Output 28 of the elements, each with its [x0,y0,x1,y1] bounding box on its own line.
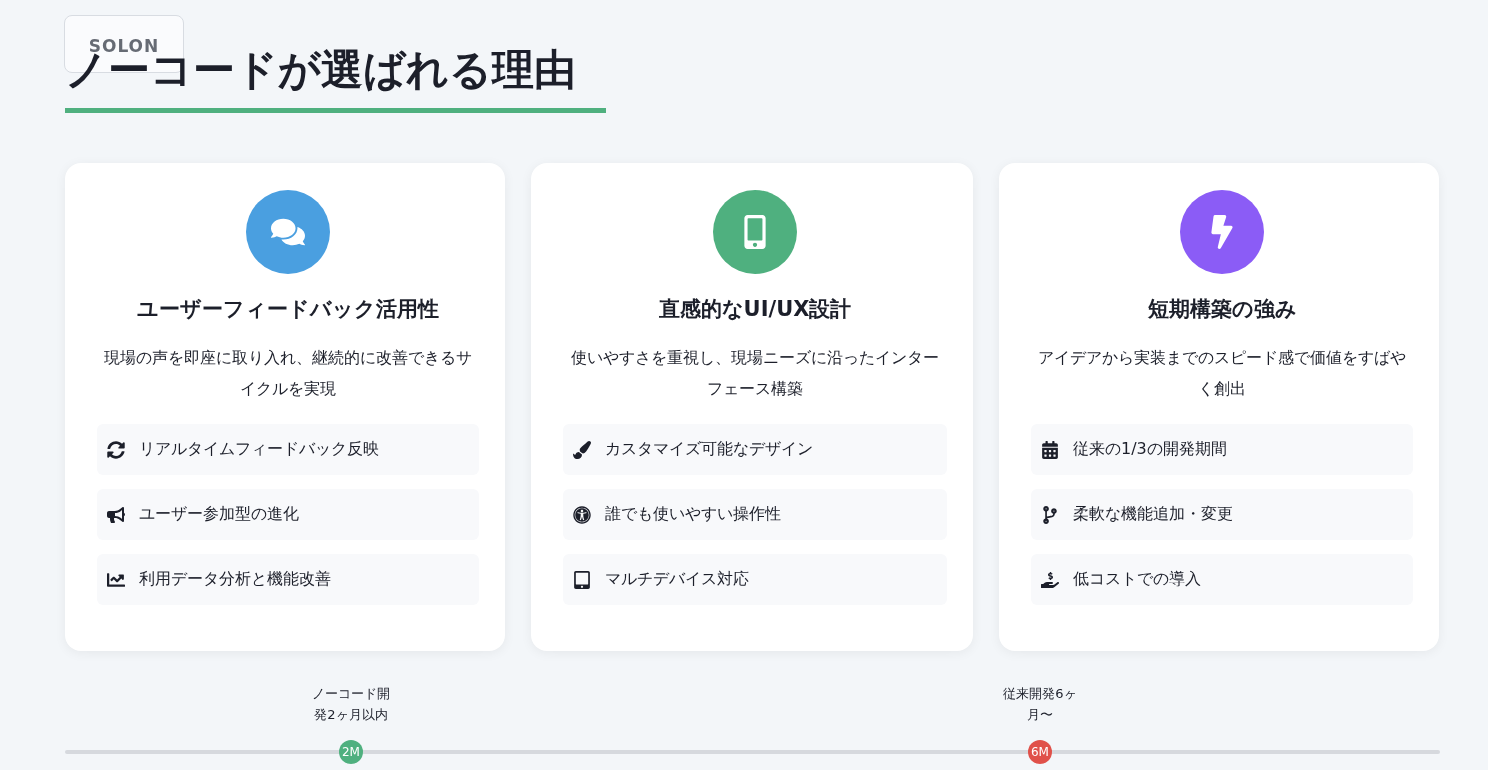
feature-text: 柔軟な機能追加・変更 [1073,504,1233,525]
card-description: 使いやすさを重視し、現場ニーズに沿ったインターフェース構築 [570,347,940,400]
calendar-icon [1041,440,1059,459]
megaphone-icon [107,505,125,524]
accessibility-icon [573,505,591,524]
card-description: 現場の声を即座に取り入れ、継続的に改善できるサイクルを実現 [103,347,473,400]
hand-coin-icon [1041,570,1059,589]
card-title: 短期構築の強み [1147,296,1297,323]
card-description: アイデアから実装までのスピード感で価値をすばやく創出 [1037,347,1407,400]
feature-text: リアルタイムフィードバック反映 [139,439,379,460]
feature-text: マルチデバイス対応 [605,569,749,590]
timeline-label: ノーコード開発2ヶ月以内 [311,685,391,724]
timeline-marker: 6M [1027,740,1052,764]
refresh-icon [107,440,125,459]
branch-icon [1041,505,1059,524]
paintbrush-icon [573,440,591,459]
card-title: 直感的なUI/UX設計 [658,296,852,323]
card-title: ユーザーフィードバック活用性 [137,296,439,323]
feature-text: 誰でも使いやすい操作性 [605,504,781,525]
feature-text: 低コストでの導入 [1073,569,1201,590]
feature-text: 従来の1/3の開発期間 [1073,439,1227,460]
feature-text: カスタマイズ可能なデザイン [605,439,813,460]
feature-text: 利用データ分析と機能改善 [139,569,331,590]
timeline-label: 従来開発6ヶ月〜 [1002,685,1078,724]
line-chart-icon [107,570,125,589]
timeline-marker: 2M [339,740,363,764]
tablet-icon [573,570,591,589]
feature-text: ユーザー参加型の進化 [139,504,299,525]
